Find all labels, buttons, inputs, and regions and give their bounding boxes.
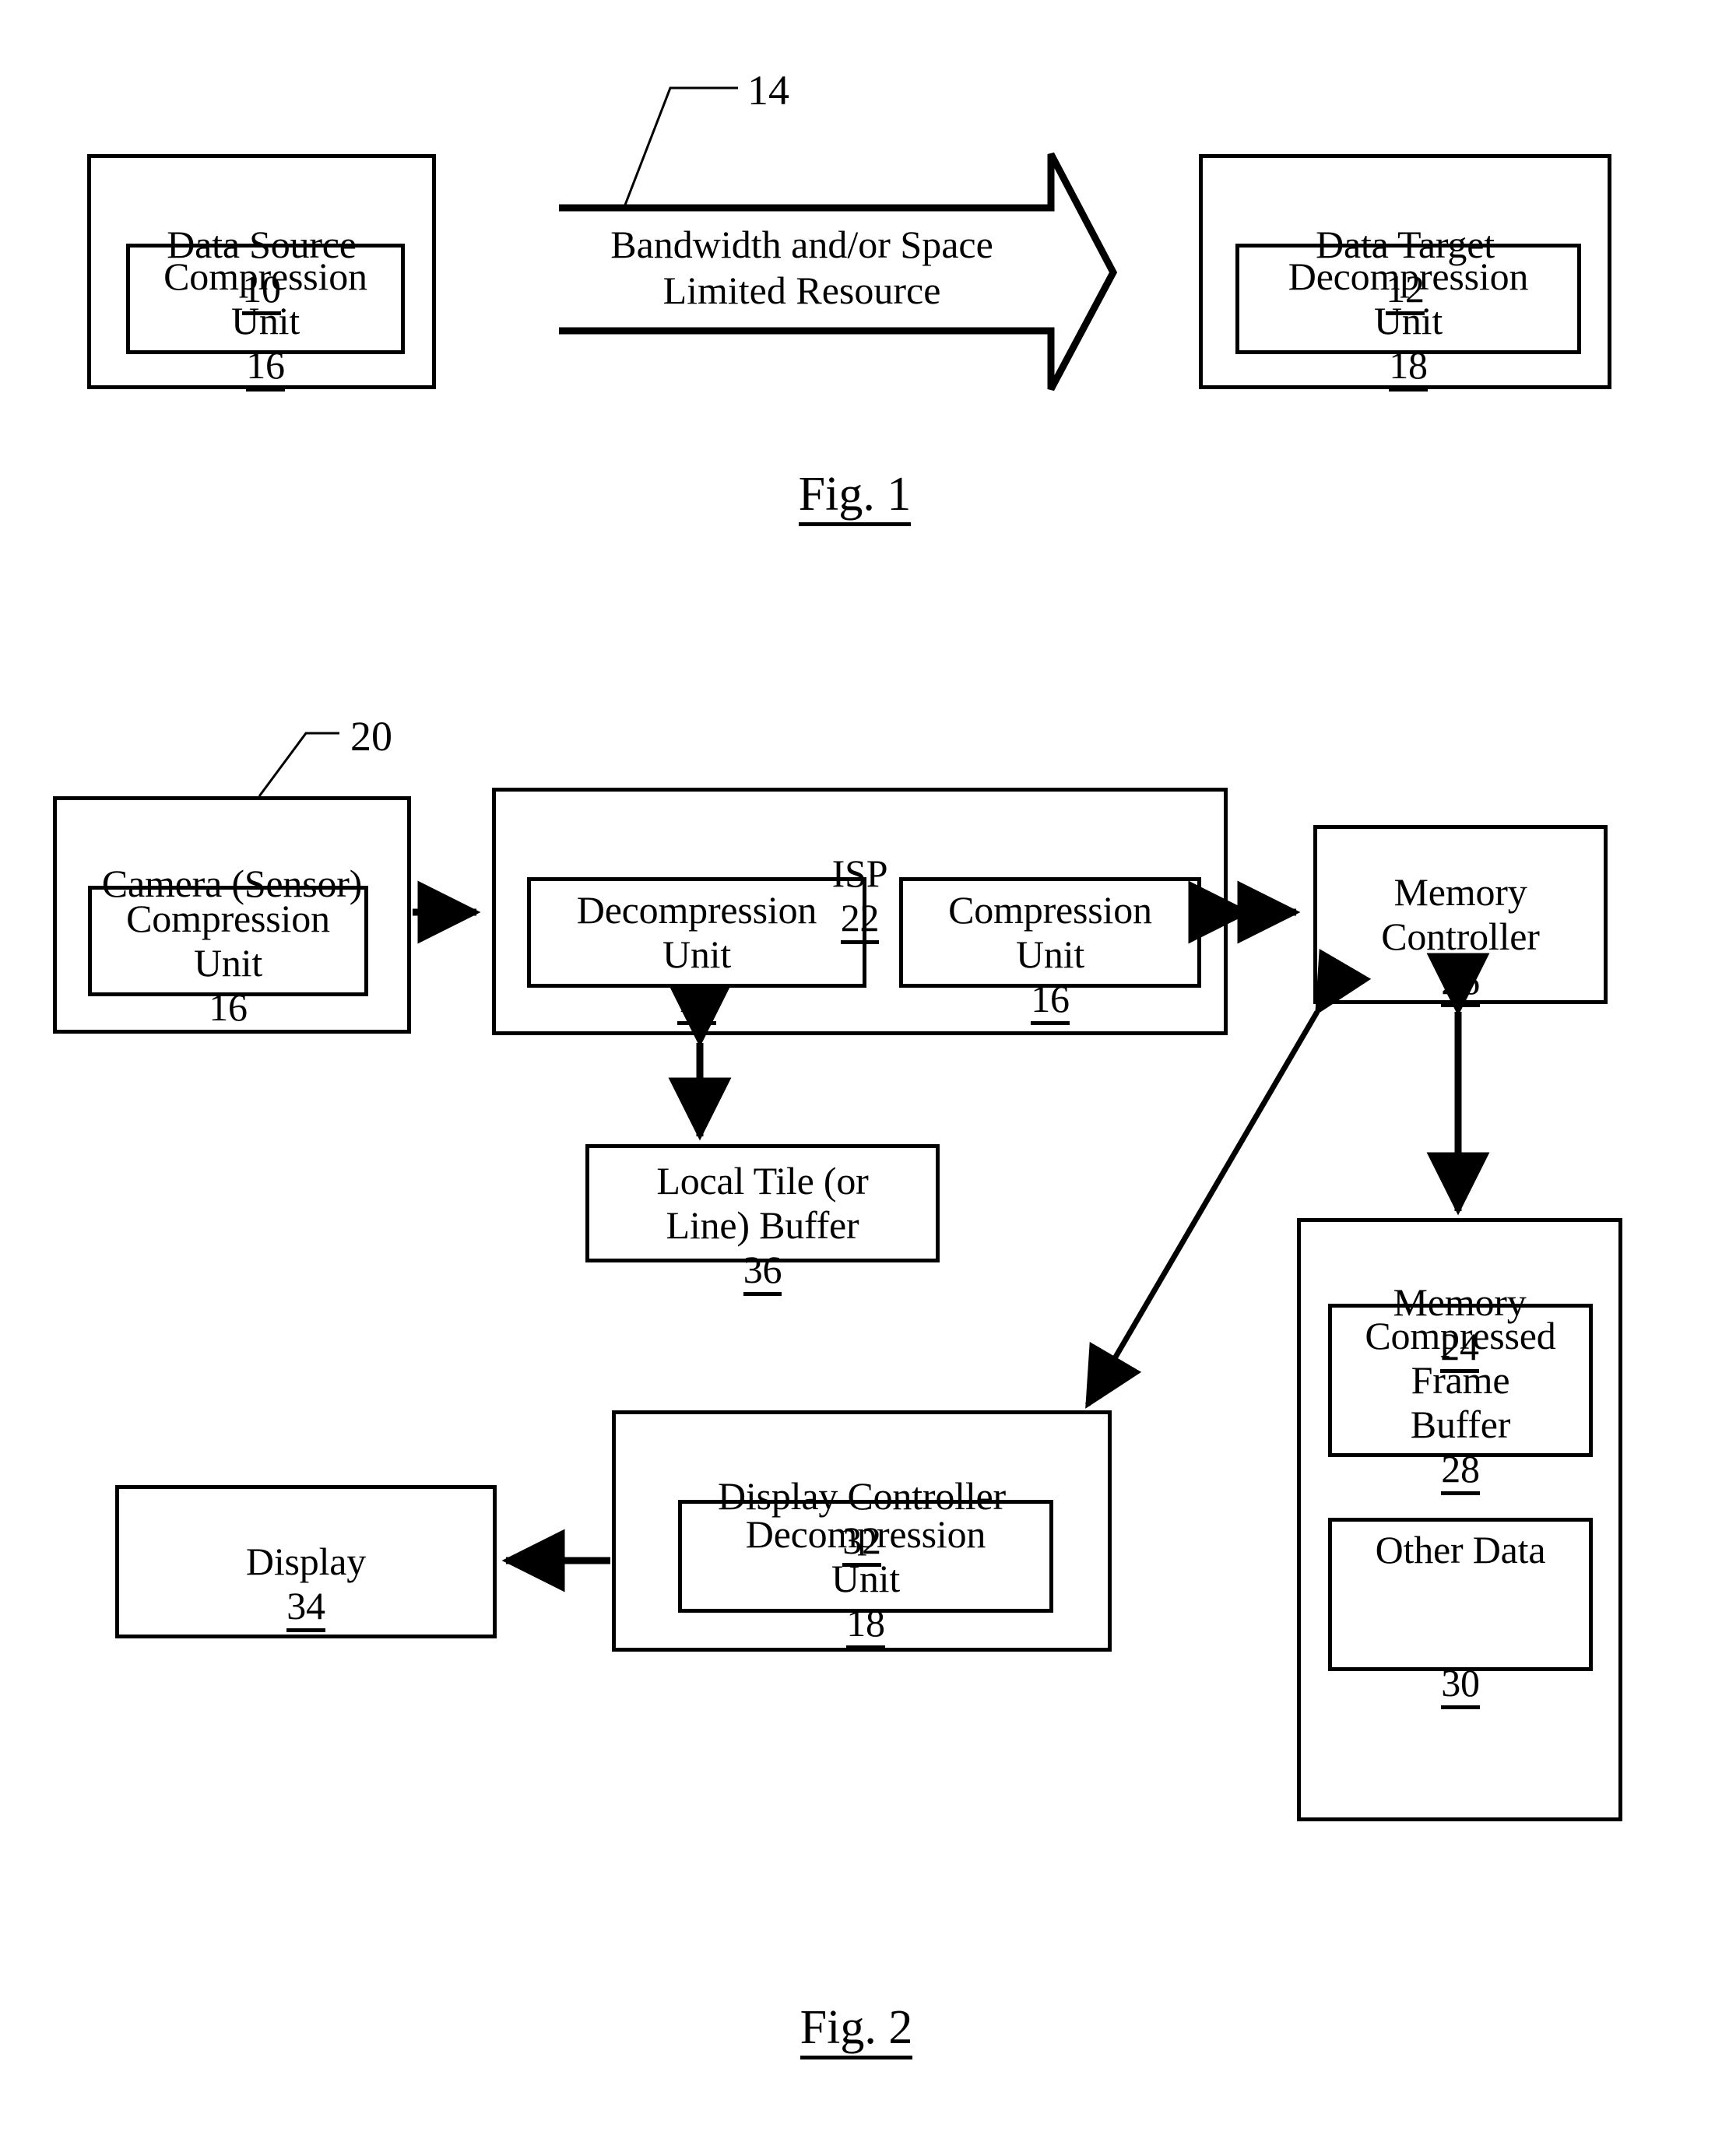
fig1-compression-unit-label: Compression Unit 16	[163, 210, 367, 392]
fig2-camera-box: Camera (Sensor) Compression Unit 16	[53, 796, 411, 1034]
fig1-leader-line-14	[621, 86, 738, 212]
fig1-compression-unit-box: Compression Unit 16	[126, 244, 405, 392]
fig2-memory-controller-number: 26	[1441, 959, 1480, 1007]
fig2-isp-compression-unit-number: 16	[1031, 977, 1070, 1025]
fig2-isp-compression-unit-box: Compression Unit 16	[899, 877, 1201, 1025]
fig2-display-number: 34	[286, 1584, 325, 1632]
fig1-channel-label: Bandwidth and/or Space Limited Resource	[610, 223, 993, 312]
fig2-reference-20: 20	[350, 713, 392, 760]
fig1-data-target-box: Data Target 12 Decompression Unit 18	[1199, 154, 1611, 392]
fig2-isp-compression-unit-label: Compression Unit 16	[948, 844, 1152, 1025]
fig2-memory-controller-label: Memory Controller 26	[1381, 826, 1540, 1007]
fig2-compressed-frame-buffer-label: Compressed Frame Buffer 28	[1365, 1269, 1556, 1495]
fig2-local-tile-buffer-label: Local Tile (or Line) Buffer 36	[656, 1115, 869, 1296]
fig2-display-controller-box: Display Controller 32 Decompression Unit…	[612, 1410, 1112, 1652]
fig2-arrow-display-controller-memory-controller	[1084, 948, 1372, 1409]
fig2-local-tile-buffer-number: 36	[743, 1248, 782, 1296]
fig2-other-data-number: 30	[1441, 1661, 1480, 1709]
fig2-other-data-box: Other Data 30	[1328, 1518, 1593, 1709]
fig2-local-tile-buffer-box: Local Tile (or Line) Buffer 36	[585, 1144, 940, 1296]
fig2-display-label: Display 34	[246, 1495, 366, 1632]
fig2-memory-controller-box: Memory Controller 26	[1313, 825, 1608, 1007]
fig2-camera-compression-unit-label: Compression Unit 16	[126, 852, 330, 1034]
fig2-display-controller-decompression-number: 18	[846, 1600, 885, 1649]
fig2-display-controller-decompression-box: Decompression Unit 18	[678, 1500, 1053, 1649]
fig2-camera-compression-unit-number: 16	[209, 985, 248, 1034]
fig1-decompression-unit-number: 18	[1389, 343, 1428, 392]
fig2-isp-decompression-unit-label: Decompression Unit 18	[577, 844, 817, 1025]
fig1-compression-unit-number: 16	[246, 343, 285, 392]
fig2-caption: Fig. 2	[693, 2000, 1020, 2059]
fig2-display-controller-decompression-label: Decompression Unit 18	[746, 1468, 986, 1649]
fig1-data-source-box: Data Source 10 Compression Unit 16	[87, 154, 436, 392]
fig2-compressed-frame-buffer-box: Compressed Frame Buffer 28	[1328, 1304, 1593, 1495]
fig2-isp-box: ISP 22 Decompression Unit 18 Compression…	[492, 788, 1228, 1035]
fig1-decompression-unit-box: Decompression Unit 18	[1235, 244, 1581, 392]
fig1-reference-14: 14	[747, 67, 789, 114]
fig2-other-data-label: Other Data 30	[1376, 1484, 1546, 1709]
fig1-caption: Fig. 1	[684, 467, 1026, 526]
fig2-camera-compression-unit-box: Compression Unit 16	[88, 886, 368, 1034]
fig2-isp-decompression-unit-number: 18	[677, 977, 716, 1025]
figure-sheet: Data Source 10 Compression Unit 16 Bandw…	[0, 0, 1715, 2156]
fig2-leader-line-20	[258, 732, 339, 797]
fig2-memory-box: Memory 24 Compressed Frame Buffer 28 Oth…	[1297, 1218, 1622, 1821]
fig2-isp-decompression-unit-box: Decompression Unit 18	[527, 877, 866, 1025]
fig2-display-box: Display 34	[115, 1485, 497, 1638]
fig1-decompression-unit-label: Decompression Unit 18	[1288, 210, 1528, 392]
